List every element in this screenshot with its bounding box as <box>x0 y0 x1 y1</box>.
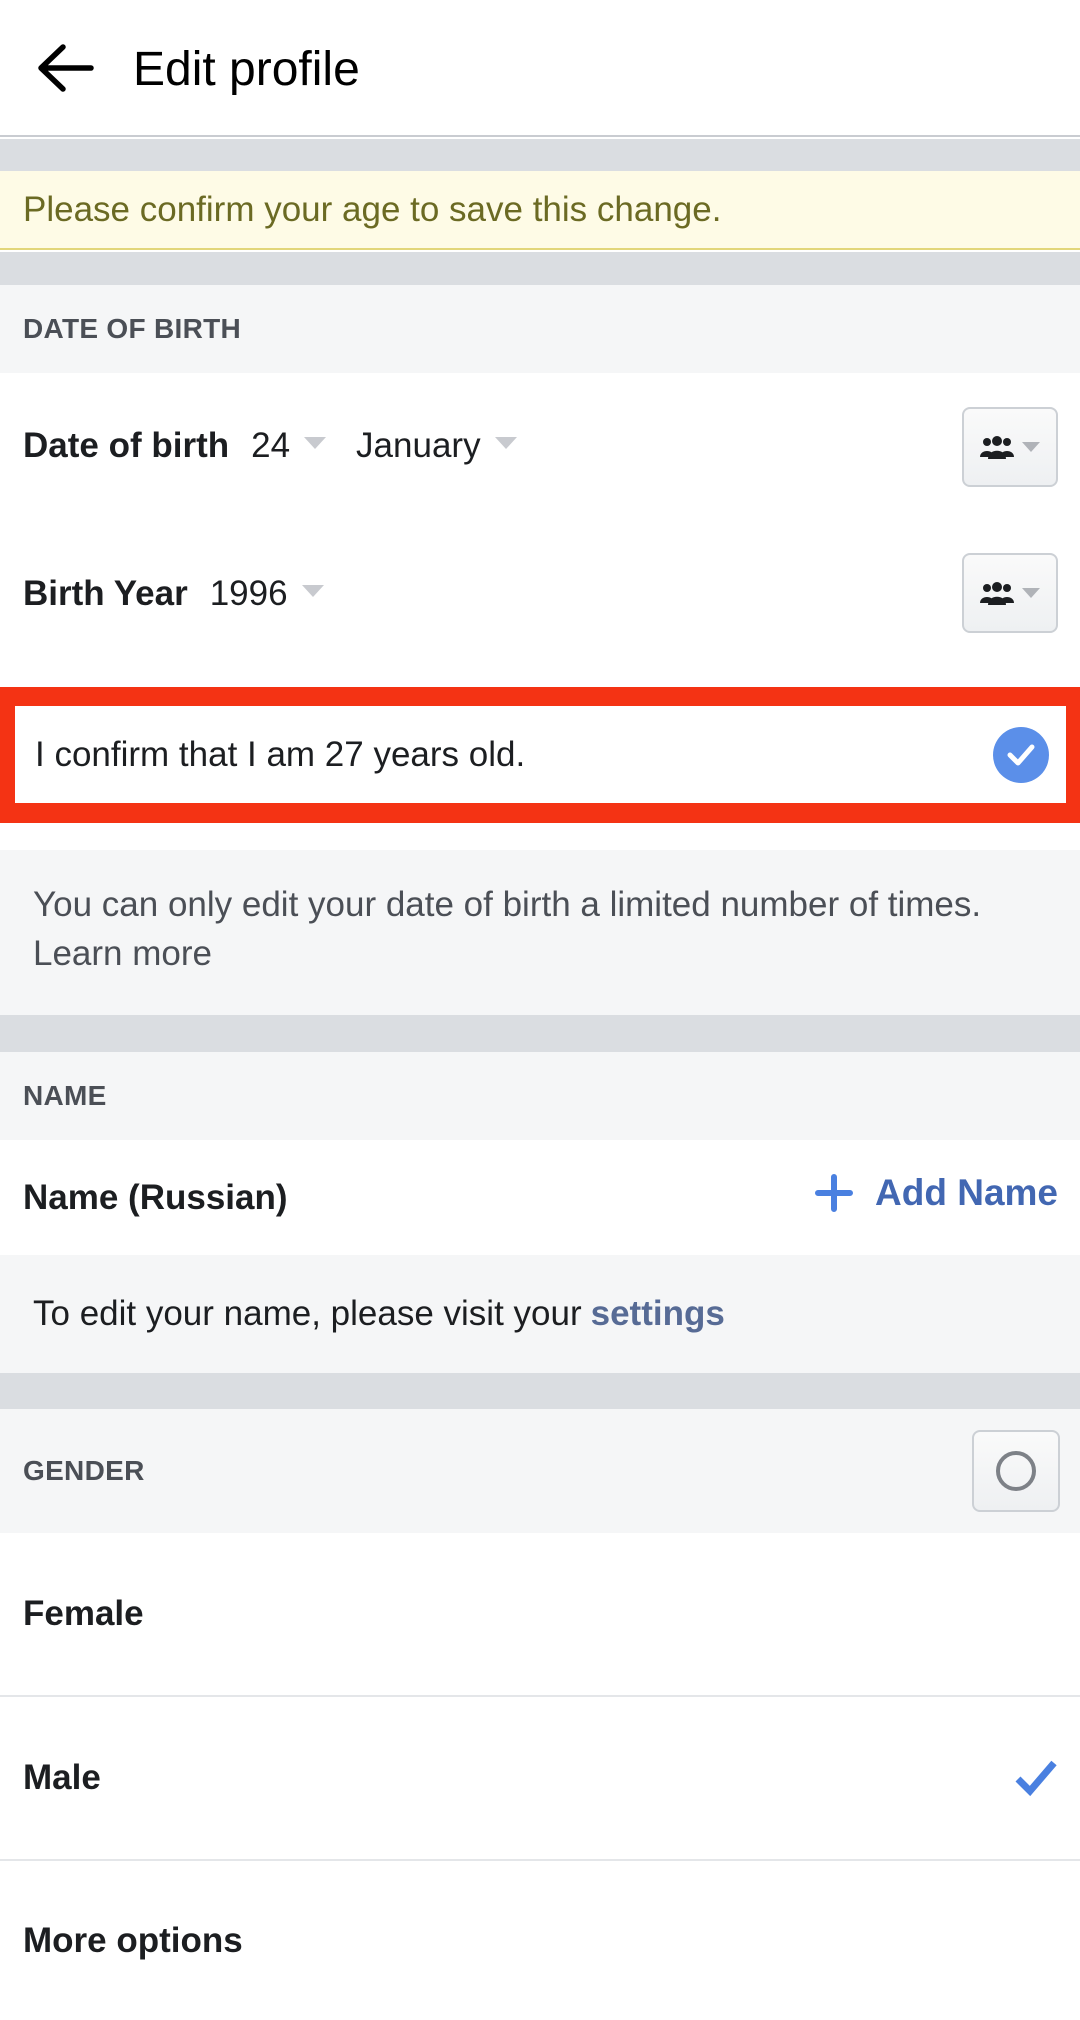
date-of-birth-row: Date of birth 24 January <box>0 373 1080 519</box>
gender-privacy-selector[interactable] <box>972 1430 1060 1512</box>
chevron-down-icon <box>301 585 324 597</box>
year-privacy-selector[interactable] <box>962 553 1058 633</box>
add-name-label: Add Name <box>875 1172 1058 1213</box>
settings-link[interactable]: settings <box>591 1294 725 1334</box>
radio-ring-icon <box>996 1451 1036 1491</box>
section-header-name: NAME <box>0 1052 1080 1140</box>
confirm-age-checkbox[interactable] <box>993 726 1049 783</box>
chevron-down-icon <box>304 437 327 449</box>
section-header-date-of-birth: DATE OF BIRTH <box>0 285 1080 373</box>
info-text: You can only edit your date of birth a l… <box>33 885 982 924</box>
confirm-age-highlight: I confirm that I am 27 years old. <box>0 687 1080 823</box>
confirm-age-checkbox-row[interactable]: I confirm that I am 27 years old. <box>15 706 1066 803</box>
name-russian-label: Name (Russian) <box>23 1177 288 1217</box>
birth-year-row: Birth Year 1996 <box>0 519 1080 669</box>
day-value: 24 <box>251 426 291 465</box>
friends-icon <box>980 436 1014 459</box>
month-select[interactable]: January <box>334 426 517 466</box>
info-paragraph: You can only edit your date of birth a l… <box>33 880 1057 978</box>
section-heading: GENDER <box>23 1455 145 1486</box>
confirm-age-text: I confirm that I am 27 years old. <box>35 734 526 774</box>
section-gap <box>0 252 1080 285</box>
friends-icon <box>980 582 1014 605</box>
day-select[interactable]: 24 <box>229 426 327 466</box>
chevron-down-icon <box>1022 442 1040 452</box>
month-value: January <box>356 426 481 465</box>
back-button[interactable] <box>30 36 100 100</box>
birth-year-label: Birth Year <box>23 574 188 613</box>
plus-icon <box>815 1174 854 1212</box>
section-gap <box>0 139 1080 171</box>
option-label: Male <box>23 1758 101 1797</box>
chevron-down-icon <box>1022 588 1040 598</box>
page-title: Edit profile <box>133 43 360 96</box>
section-gap <box>0 1373 1080 1409</box>
age-confirm-banner: Please confirm your age to save this cha… <box>0 171 1080 250</box>
name-edit-note: To edit your name, please visit your set… <box>0 1255 1080 1373</box>
dob-edit-limit-info: You can only edit your date of birth a l… <box>0 850 1080 1015</box>
option-label: Female <box>23 1594 144 1633</box>
section-heading: DATE OF BIRTH <box>23 313 242 344</box>
checkmark-icon <box>1007 744 1035 765</box>
note-text: To edit your name, please visit your <box>33 1294 582 1333</box>
date-privacy-selector[interactable] <box>962 407 1058 487</box>
year-value: 1996 <box>209 574 288 613</box>
add-name-button[interactable]: Add Name <box>815 1172 1058 1214</box>
banner-text: Please confirm your age to save this cha… <box>23 189 722 229</box>
gender-option-male[interactable]: Male <box>0 1697 1080 1859</box>
section-gap <box>0 1015 1080 1052</box>
chevron-down-icon <box>494 437 517 449</box>
year-select[interactable]: 1996 <box>188 574 324 614</box>
arrow-left-icon <box>38 44 94 92</box>
learn-more-link[interactable]: Learn more <box>33 934 212 973</box>
gender-more-options[interactable]: More options <box>0 1861 1080 2020</box>
date-of-birth-label: Date of birth <box>23 426 230 465</box>
gender-option-female[interactable]: Female <box>0 1533 1080 1695</box>
checkmark-icon <box>1015 1760 1057 1797</box>
section-heading: NAME <box>23 1080 107 1111</box>
name-russian-row: Name (Russian) Add Name <box>0 1140 1080 1255</box>
section-header-gender: GENDER <box>0 1409 1080 1533</box>
app-header: Edit profile <box>0 0 1080 137</box>
option-label: More options <box>23 1920 243 1960</box>
